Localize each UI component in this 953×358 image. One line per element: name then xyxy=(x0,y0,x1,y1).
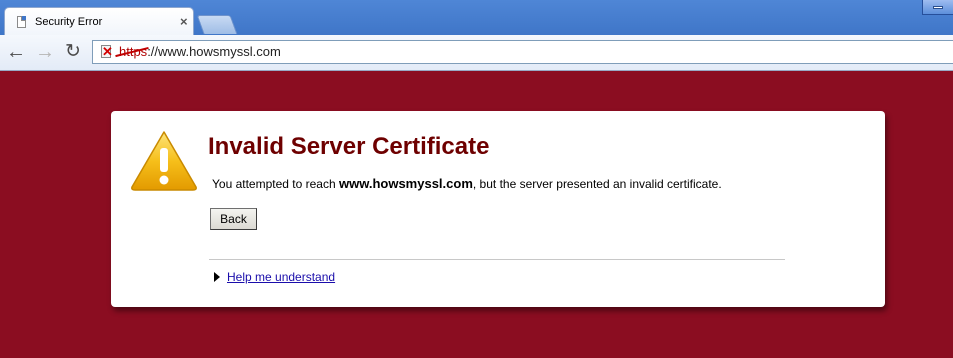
message-prefix: You attempted to reach xyxy=(212,177,339,191)
warning-icon xyxy=(131,131,197,191)
url-scheme: https xyxy=(119,44,148,59)
address-bar[interactable]: ✕ https://www.howsmyssl.com xyxy=(92,40,953,64)
disclosure-triangle-icon[interactable] xyxy=(214,272,220,282)
host-name: www.howsmyssl.com xyxy=(338,176,473,191)
page-icon xyxy=(17,16,26,28)
title-bar: Security Error × xyxy=(0,0,953,36)
page-title: Invalid Server Certificate xyxy=(208,133,490,160)
tab-title: Security Error xyxy=(35,16,103,28)
ssl-error-icon: ✕ xyxy=(102,44,113,59)
error-message: You attempted to reach www.howsmyssl.com… xyxy=(212,176,722,191)
reload-icon[interactable]: ↻ xyxy=(62,40,84,64)
minimize-icon xyxy=(933,6,943,9)
back-arrow-icon[interactable]: ← xyxy=(5,40,27,64)
toolbar: ← → ↻ ✕ https://www.howsmyssl.com xyxy=(0,35,953,71)
help-me-understand-link[interactable]: Help me understand xyxy=(227,270,335,284)
close-icon[interactable]: × xyxy=(180,14,188,29)
divider xyxy=(209,259,785,260)
minimize-button[interactable] xyxy=(922,0,953,15)
error-box: Invalid Server Certificate You attempted… xyxy=(111,111,885,307)
url-text[interactable]: https://www.howsmyssl.com xyxy=(119,44,281,59)
url-host: ://www.howsmyssl.com xyxy=(147,44,281,59)
back-button[interactable]: Back xyxy=(210,208,257,230)
tab-security-error[interactable]: Security Error × xyxy=(4,7,194,36)
new-tab-button[interactable] xyxy=(196,15,238,34)
forward-arrow-icon[interactable]: → xyxy=(34,40,56,64)
message-suffix: , but the server presented an invalid ce… xyxy=(472,177,722,191)
